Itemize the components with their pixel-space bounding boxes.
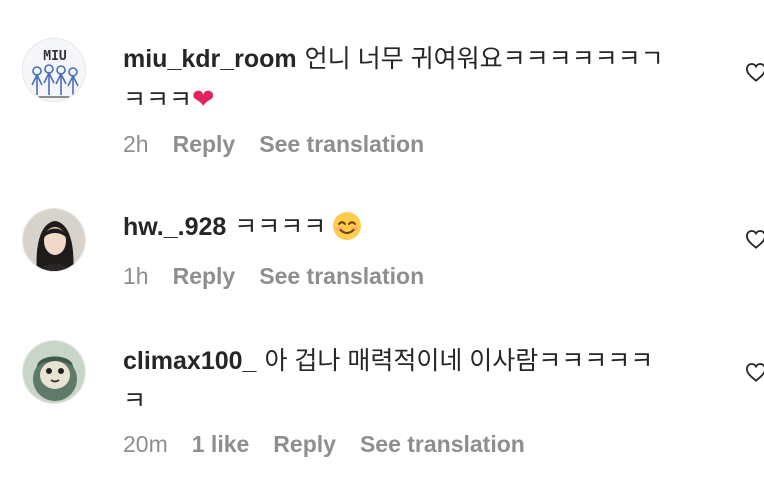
reply-button[interactable]: Reply [273,431,336,457]
heart-icon[interactable] [745,229,764,249]
comment-text: ㅋ [123,387,147,415]
avatar[interactable]: MIU [22,38,86,102]
comment-body: hw._.928 ㅋㅋㅋㅋ [123,207,713,247]
see-translation-button[interactable]: See translation [259,263,424,289]
comment-timestamp: 1h [123,263,149,289]
see-translation-button[interactable]: See translation [259,131,424,157]
see-translation-button[interactable]: See translation [360,431,525,457]
avatar-illustration: MIU [23,39,85,101]
smiling-face-emoji [333,212,362,240]
heart-icon[interactable] [745,62,764,82]
comment-username[interactable]: hw._.928 [123,213,226,241]
comment-text: 아 겁나 매력적이네 이사람ㅋㅋㅋㅋㅋ [264,347,654,375]
likes-count[interactable]: 1 like [192,431,250,457]
comment-item: climax100_ 아 겁나 매력적이네 이사람ㅋㅋㅋㅋㅋ ㅋ 20m 1 lik… [0,315,764,500]
comment-meta: 20m 1 like Reply See translation [123,431,549,458]
comment-timestamp: 20m [123,431,168,457]
comment-body: climax100_ 아 겁나 매력적이네 이사람ㅋㅋㅋㅋㅋ ㅋ [123,341,713,421]
comment-item: MIU miu_kdr_room 언니 너무 귀여워요ㅋㅋㅋㅋㅋㅋㄱ ㅋㅋㅋ❤ 2… [0,0,764,175]
heart-icon[interactable] [745,362,764,382]
comment-text: ㅋㅋㅋ [123,86,193,114]
comment-username[interactable]: miu_kdr_room [123,45,297,73]
comment-text: 언니 너무 귀여워요ㅋㅋㅋㅋㅋㅋㄱ [304,45,664,73]
avatar[interactable] [22,340,86,404]
avatar-illustration [23,341,85,403]
red-heart-emoji: ❤ [192,84,215,114]
comment-text: ㅋㅋㅋㅋ [234,213,327,241]
avatar-logo-text: MIU [43,49,67,64]
reply-button[interactable]: Reply [173,263,236,289]
comment-meta: 1h Reply See translation [123,263,448,290]
avatar-photo [23,209,85,271]
comment-username[interactable]: climax100_ [123,347,256,375]
comment-meta: 2h Reply See translation [123,131,448,158]
reply-button[interactable]: Reply [173,131,236,157]
comment-timestamp: 2h [123,131,149,157]
avatar[interactable] [22,208,86,272]
comment-body: miu_kdr_room 언니 너무 귀여워요ㅋㅋㅋㅋㅋㅋㄱ ㅋㅋㅋ❤ [123,39,713,120]
comment-item: hw._.928 ㅋㅋㅋㅋ 1h Reply See translation [0,175,764,315]
